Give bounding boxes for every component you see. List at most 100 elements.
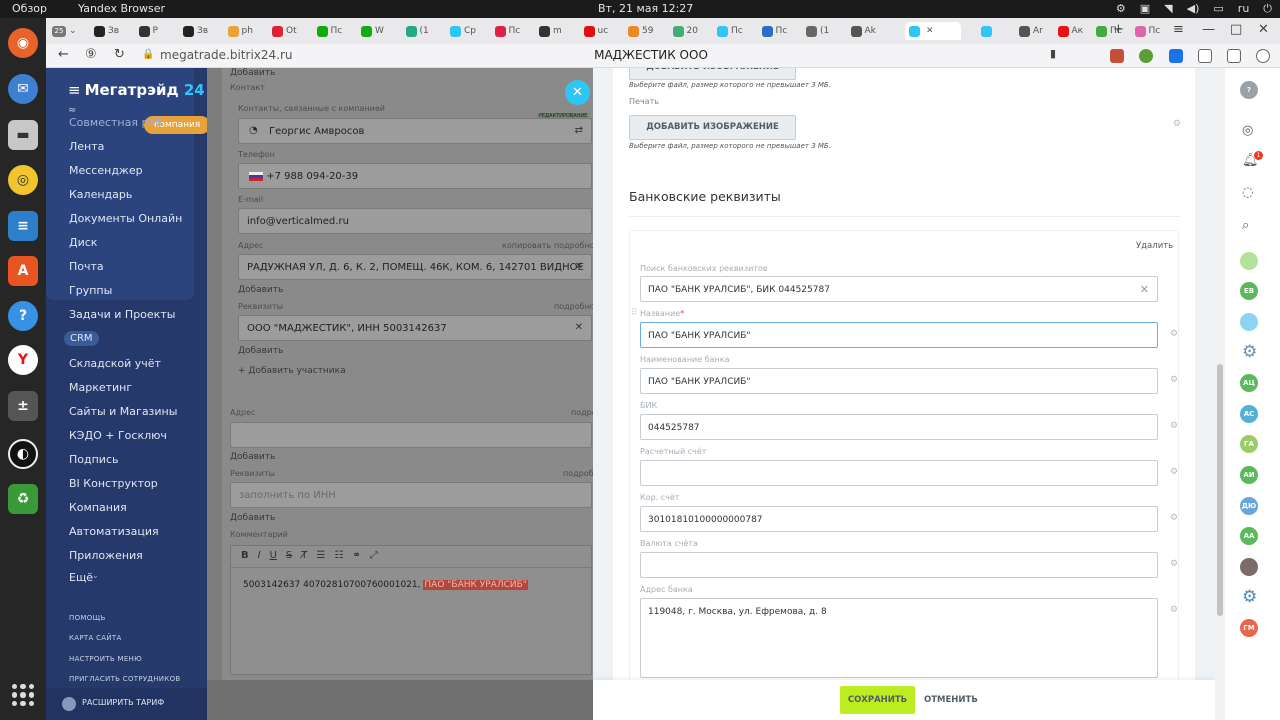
avatar[interactable]: ДЮ [1240,497,1258,515]
browser-tab[interactable]: ph [227,22,263,40]
display-icon[interactable]: ▣ [1140,2,1150,16]
close-window-icon[interactable]: ✕ [1258,22,1269,37]
browser-tab[interactable]: Пс [761,22,797,40]
browser-tab[interactable]: Р [138,22,174,40]
active-app-name[interactable]: Yandex Browser [78,2,165,15]
sidebar-item[interactable]: Мессенджер [69,164,143,177]
rhythmbox-icon[interactable]: ◎ [8,165,38,195]
avatar[interactable]: ЕВ [1240,282,1258,300]
bank-address-input[interactable]: 119048, г. Москва, ул. Ефремова, д. 8 [640,598,1158,678]
detail-link[interactable]: подроб [563,469,593,478]
avatar-photo[interactable] [1240,558,1258,576]
calculator-icon[interactable]: ± [8,391,38,421]
sidebar-item[interactable]: Складской учёт [69,357,161,370]
strike-icon[interactable]: S [286,550,292,563]
browser-tab[interactable]: 59 [628,22,663,40]
writer-icon[interactable]: ≡ [8,211,38,241]
openlines-icon[interactable] [1240,252,1258,270]
add-seal-image-button[interactable]: ДОБАВИТЬ ИЗОБРАЖЕНИЕ [629,115,796,140]
maximize-icon[interactable]: □ [1230,22,1242,37]
new-tab-button[interactable]: + [1113,22,1124,37]
russia-flag-icon[interactable] [249,171,263,181]
browser-tab[interactable]: uc [583,22,619,40]
settings-gear-icon[interactable]: ⚙ [1170,513,1178,523]
slider-scrollbar[interactable] [1215,68,1225,720]
tab-counter[interactable]: 25 ⌄ [52,22,88,40]
browser-tab[interactable]: 20 [672,22,708,40]
numbered-list-icon[interactable]: ☰ [316,550,325,563]
sidebar-item-crm[interactable]: CRM [64,331,99,346]
swap-icon[interactable]: ⇄ [575,125,583,136]
sidebar-footer-link[interactable]: помощь [69,614,106,622]
scrollbar-thumb[interactable] [1217,364,1223,616]
browser-tab[interactable]: W [361,22,396,40]
browser-tab[interactable]: Ak [850,22,886,40]
browser-tab[interactable]: m [539,22,574,40]
chat-group-icon[interactable] [1240,313,1258,331]
avatar[interactable]: АА [1240,527,1258,545]
add-image-button-top[interactable]: ДОБАВИТЬ ИЗОБРАЖЕНИЕ [629,68,796,80]
settings-icon[interactable]: ⚙ [1242,342,1257,362]
fullscreen-icon[interactable]: ⤢ [370,550,378,563]
settings-gear-icon[interactable]: ⚙ [1170,421,1178,431]
sidebar-item[interactable]: Диск [69,236,97,249]
clear-format-icon[interactable]: T̸ [301,550,307,563]
software-icon[interactable]: A [8,256,38,286]
chat-icon[interactable]: ◌ [1242,185,1253,200]
browser-tab[interactable]: Пс [717,22,752,40]
help-icon[interactable]: ? [8,301,38,331]
sidebar-item[interactable]: Документы Онлайн [69,212,182,225]
detail-link[interactable]: подробно [554,241,593,250]
volume-icon[interactable]: ◀) [1187,2,1200,16]
sidebar-item[interactable]: BI Конструктор [69,477,158,490]
requisites-field[interactable]: ООО "МАДЖЕСТИК", ИНН 5003142637 ✕ [238,315,592,341]
trash-icon[interactable]: ♻ [8,484,38,514]
extension-icon[interactable] [1139,49,1153,63]
underline-icon[interactable]: U [270,550,277,563]
menu-burger-icon[interactable]: ≡ [68,81,81,99]
settings-icon[interactable]: ⚙ [1242,587,1257,607]
downloads-icon[interactable] [1256,49,1270,63]
link-icon[interactable]: ⚭ [352,550,360,563]
browser-tab[interactable]: Пс [494,22,530,40]
active-tab[interactable]: ✕ [905,22,961,40]
add-participant-link[interactable]: + Добавить участника [238,366,346,376]
currency-input[interactable] [640,552,1158,578]
name-input[interactable]: ПАО "БАНК УРАЛСИБ" [640,322,1158,348]
browser-tab[interactable]: Пс [1134,22,1170,40]
extension-icon[interactable] [1110,49,1124,63]
sidebar-item[interactable]: Группы [69,284,112,297]
yandex-browser-icon[interactable]: Y [8,345,38,375]
sidebar-item[interactable]: Компания [69,501,127,514]
avatar[interactable]: ГА [1240,435,1258,453]
settings-gear-icon[interactable]: ⚙ [1170,559,1178,569]
system-tray[interactable]: ⚙ ▣ ◥ ◀) ▭ ru ⏻ [1116,2,1272,16]
sidebar-item[interactable]: Маркетинг [69,381,132,394]
phone-field[interactable]: +7 988 094-20-39 [238,163,592,189]
show-apps-icon[interactable] [12,684,34,706]
lock-icon[interactable]: 🔒 [142,49,154,60]
address2-field[interactable] [230,422,592,448]
sidebar-item[interactable]: Ещё [69,571,93,584]
bullet-list-icon[interactable]: ☷ [334,550,343,563]
add-requisites-link[interactable]: Добавить [238,346,283,356]
copy-link[interactable]: копировать [502,241,551,250]
add-link[interactable]: Добавить [230,452,275,462]
editor-content[interactable]: 5003142637 40702810700760001021, ПАО "БА… [231,568,591,602]
sidebar-footer-link[interactable]: карта сайта [69,634,122,642]
email-field[interactable]: info@verticalmed.ru [238,208,592,234]
url-text[interactable]: megatrade.bitrix24.ru [160,48,293,62]
address-field[interactable]: РАДУЖНАЯ УЛ, Д. 6, К. 2, ПОМЕЩ. 46К, КОМ… [238,254,592,280]
italic-icon[interactable]: I [258,550,261,563]
clear-icon[interactable]: ✕ [575,261,583,272]
bookmark-icon[interactable]: ▮ [1050,47,1056,60]
comment-editor[interactable]: B I U S T̸ ☰ ☷ ⚭ ⤢ 5003142637 407028107007600010… [230,545,592,675]
sidebar-footer-link[interactable]: пригласить сотрудников [69,675,180,683]
browser-tab[interactable] [980,22,1016,40]
keyboard-layout[interactable]: ru [1238,2,1250,16]
browser-tab[interactable]: Зв [94,22,129,40]
bold-icon[interactable]: B [241,550,249,563]
close-slider-button[interactable]: ✕ [565,80,590,105]
collections-icon[interactable] [1227,49,1241,63]
battery-icon[interactable]: ▭ [1213,2,1223,16]
